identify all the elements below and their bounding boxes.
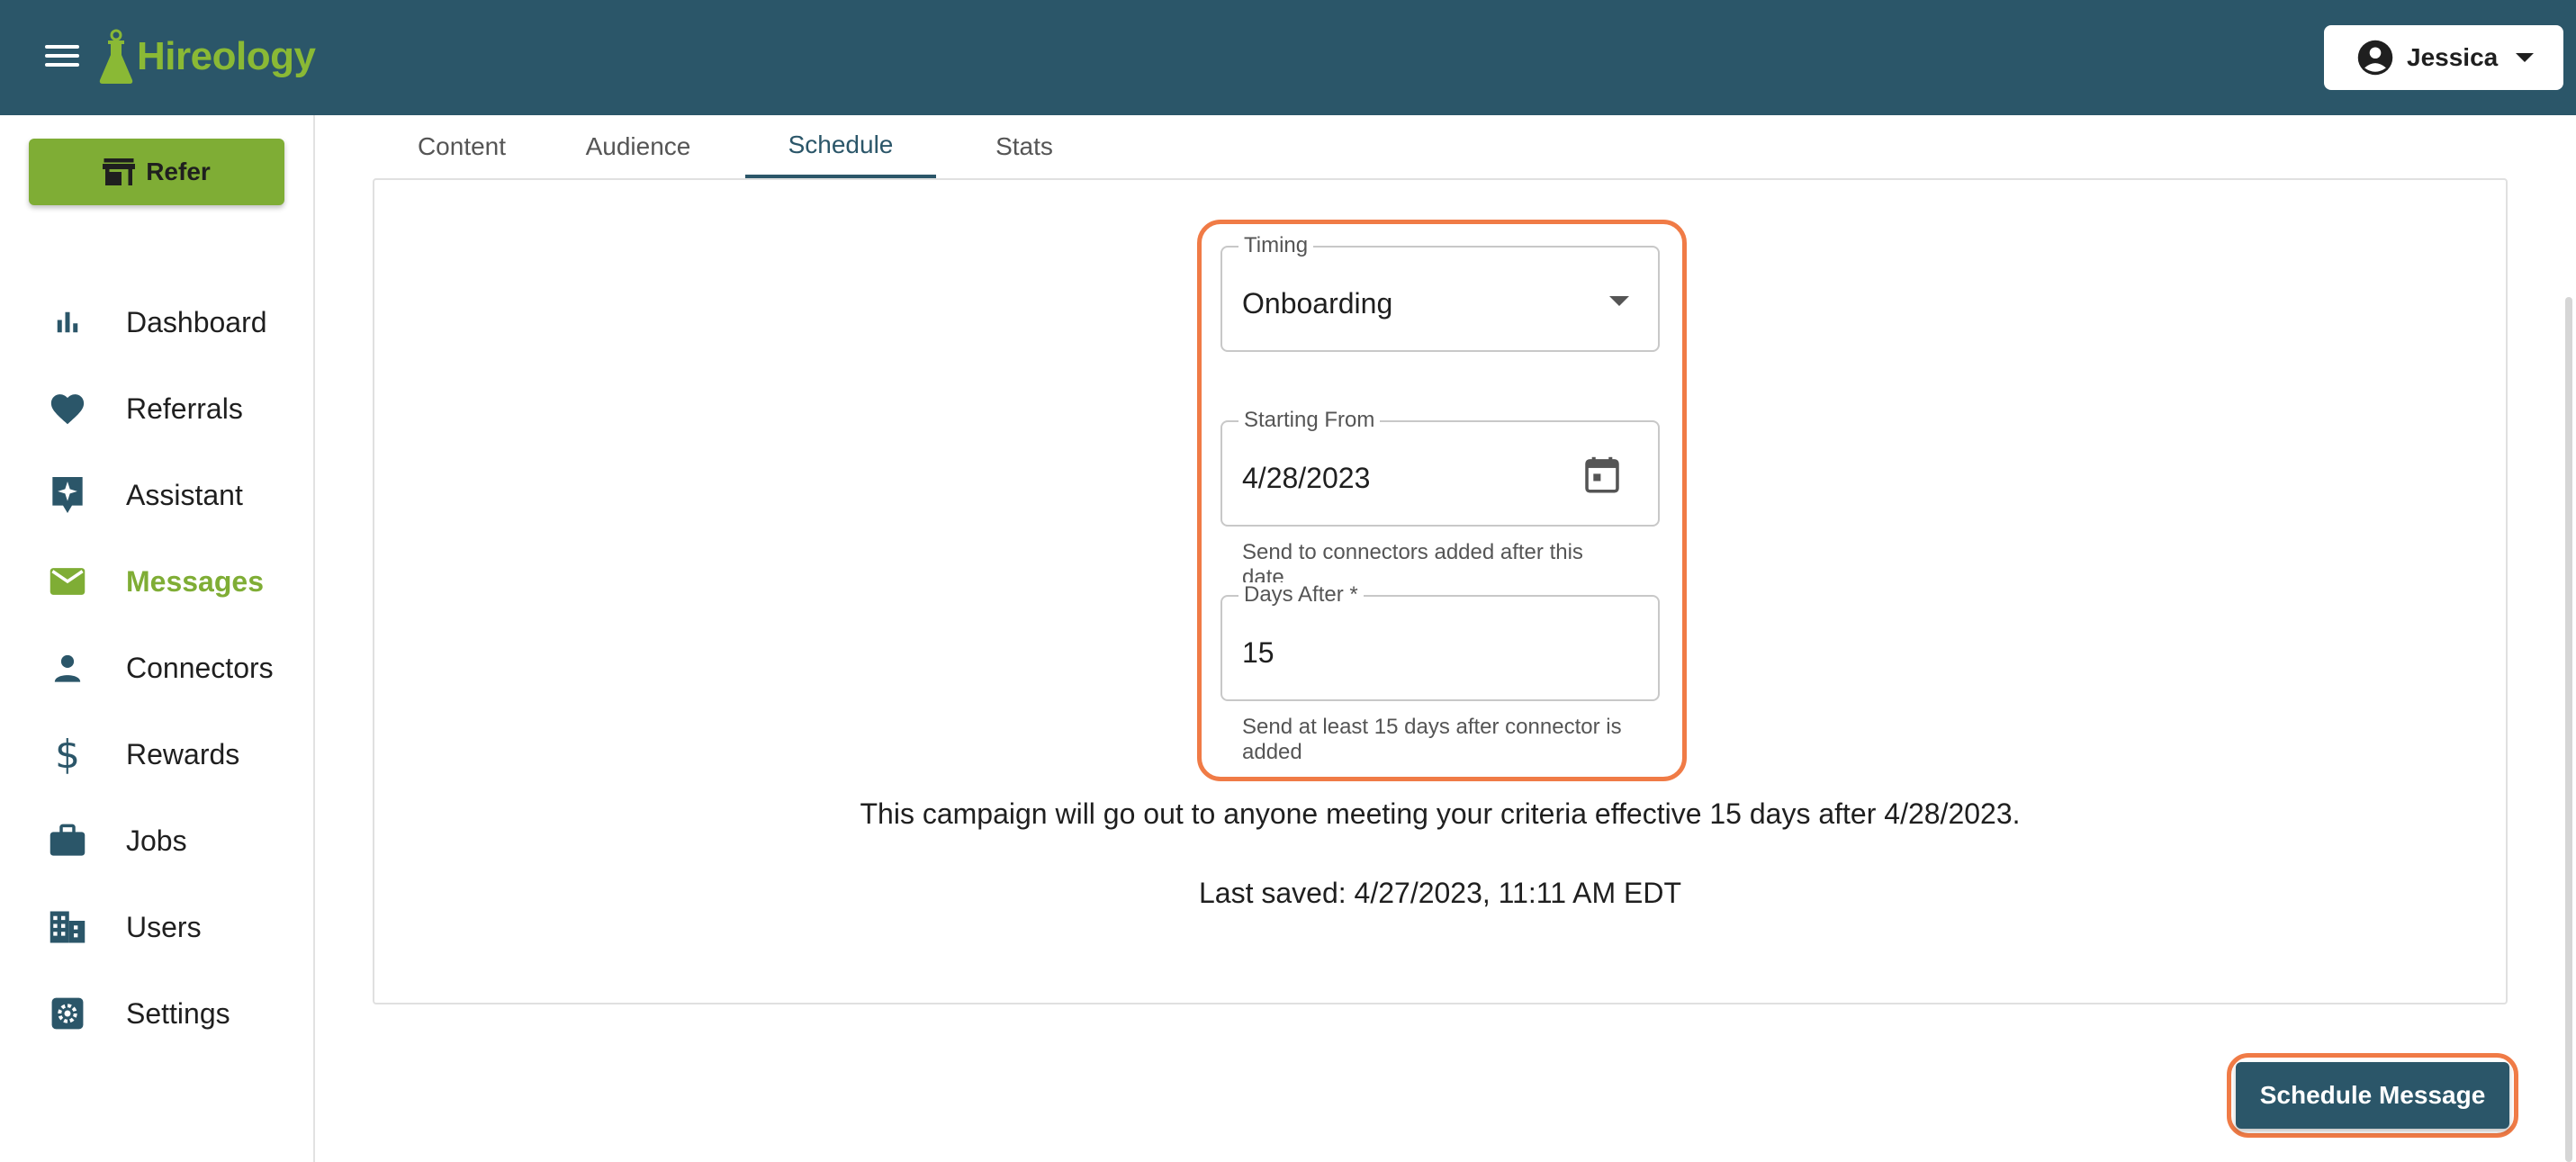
mail-icon — [47, 561, 88, 602]
tab-schedule[interactable]: Schedule — [745, 115, 936, 178]
days-after-field[interactable]: Days After * 15 — [1220, 582, 1660, 701]
sidebar-item-rewards[interactable]: $ Rewards — [0, 718, 313, 790]
starting-from-label: Starting From — [1238, 408, 1381, 433]
sidebar-item-messages[interactable]: Messages — [0, 545, 313, 617]
days-after-helper: Send at least 15 days after connector is… — [1242, 715, 1622, 764]
calendar-icon[interactable] — [1584, 456, 1620, 499]
chevron-down-icon — [1609, 296, 1629, 306]
sidebar-item-dashboard[interactable]: Dashboard — [0, 286, 313, 358]
storefront-icon — [103, 158, 136, 185]
sidebar-item-label: Connectors — [126, 651, 274, 684]
sidebar-item-label: Assistant — [126, 478, 243, 511]
page-scrollbar[interactable] — [2565, 297, 2572, 1162]
sidebar-item-label: Referrals — [126, 392, 243, 425]
days-after-label: Days After * — [1238, 582, 1364, 608]
sidebar-item-label: Jobs — [126, 824, 187, 857]
last-saved-text: Last saved: 4/27/2023, 11:11 AM EDT — [1198, 877, 1682, 909]
timing-select[interactable]: Timing Onboarding — [1220, 233, 1660, 352]
sidebar-item-label: Dashboard — [126, 305, 267, 338]
brand-name: Hireology — [137, 34, 316, 78]
days-after-value: 15 — [1242, 636, 1274, 669]
sidebar-item-connectors[interactable]: Connectors — [0, 632, 313, 704]
briefcase-icon — [47, 820, 88, 861]
timing-value: Onboarding — [1242, 287, 1393, 320]
bar-chart-icon — [47, 302, 88, 343]
sidebar-item-label: Users — [126, 910, 202, 943]
schedule-message-button[interactable]: Schedule Message — [2236, 1062, 2509, 1129]
dollar-icon: $ — [55, 731, 80, 778]
top-app-bar: Hireology Jessica — [0, 0, 2576, 115]
brand-logo[interactable]: Hireology — [97, 25, 316, 88]
heart-icon — [47, 388, 88, 429]
user-menu-button[interactable]: Jessica — [2324, 25, 2563, 90]
sidebar-item-assistant[interactable]: Assistant — [0, 459, 313, 531]
tab-stats[interactable]: Stats — [936, 115, 1112, 178]
tab-audience[interactable]: Audience — [550, 115, 726, 178]
flask-icon — [99, 29, 133, 84]
sidebar-item-users[interactable]: Users — [0, 891, 313, 963]
starting-from-value: 4/28/2023 — [1242, 462, 1371, 494]
refer-button[interactable]: Refer — [29, 139, 284, 205]
account-circle-icon — [2357, 40, 2393, 76]
sidebar-item-jobs[interactable]: Jobs — [0, 805, 313, 877]
sidebar-item-label: Settings — [126, 996, 230, 1030]
sidebar: Refer Dashboard Referrals Assistant Mess… — [0, 115, 315, 1162]
chevron-down-icon — [2516, 53, 2535, 62]
campaign-summary: This campaign will go out to anyone meet… — [860, 797, 2021, 830]
starting-from-date-field[interactable]: Starting From 4/28/2023 — [1220, 408, 1660, 527]
hamburger-menu-icon[interactable] — [45, 40, 85, 76]
building-icon — [47, 906, 88, 948]
sidebar-item-settings[interactable]: Settings — [0, 977, 313, 1049]
tab-content[interactable]: Content — [374, 115, 550, 178]
sidebar-item-referrals[interactable]: Referrals — [0, 373, 313, 445]
person-icon — [47, 647, 88, 689]
sidebar-item-label: Rewards — [126, 737, 240, 770]
user-name: Jessica — [2407, 43, 2499, 71]
timing-label: Timing — [1238, 233, 1314, 258]
gear-icon — [47, 993, 88, 1034]
refer-label: Refer — [146, 158, 211, 185]
sparkle-icon — [47, 474, 88, 516]
sidebar-item-label: Messages — [126, 564, 264, 598]
